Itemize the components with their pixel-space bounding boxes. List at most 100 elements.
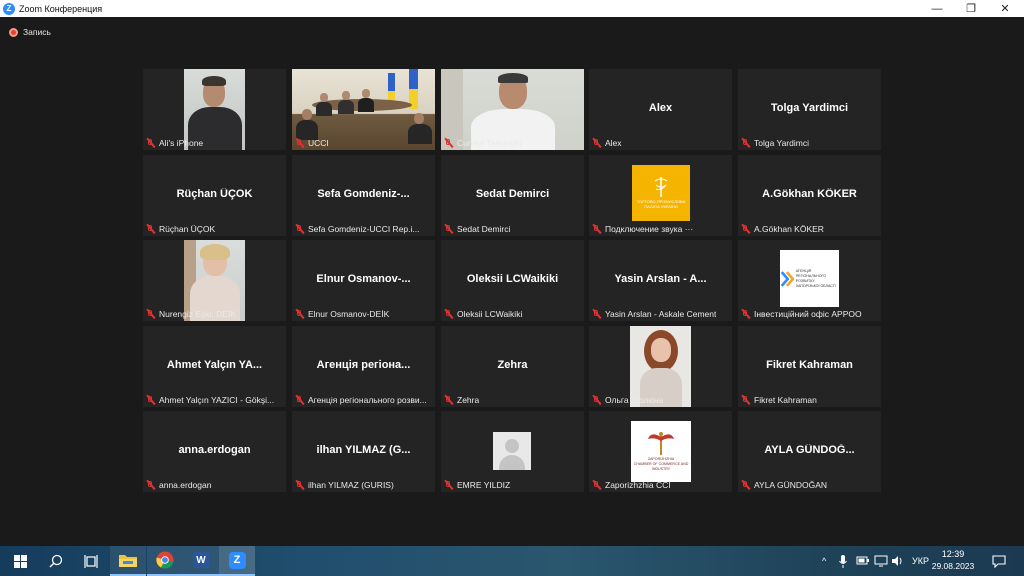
folder-icon [119,555,137,567]
restore-button[interactable]: ❐ [954,0,988,17]
participant-tile[interactable]: ZAPORIZHZHIA CHAMBER OF COMMERCE AND INDU… [589,411,732,492]
participant-display-name: anna.erdogan [178,444,251,456]
participant-tile[interactable]: Fikret Kahraman Fikret Kahraman [738,326,881,407]
participant-caption: Cuneyt Tascioglu [443,137,582,149]
participant-tile[interactable]: A.Gökhan KÖKER A.Gökhan KÖKER [738,155,881,236]
muted-mic-icon [443,223,454,235]
participant-name-label: Sefa Gomdeniz-UCCI Rep.i... [308,224,420,234]
minimize-button[interactable]: — [920,0,954,17]
participant-display-name: Rüçhan ÜÇOK [176,188,253,200]
participant-tile[interactable]: Ali's iPhone [143,69,286,150]
volume-icon[interactable] [891,546,905,576]
muted-mic-icon [294,479,305,491]
participant-caption: Zehra [443,394,582,406]
language-label: УКР [912,556,929,566]
participant-name-label: Cuneyt Tascioglu [457,138,522,148]
muted-mic-icon [740,223,751,235]
muted-mic-icon [591,394,602,406]
participant-display-name: Sefa Gomdeniz-... [317,188,410,200]
recording-dot-icon [9,27,18,37]
participant-caption: AYLA GÜNDOĞAN [740,479,879,491]
participant-tile[interactable]: ilhan YILMAZ (G... ilhan YILMAZ (GURIS) [292,411,435,492]
participant-tile[interactable]: Sedat Demirci Sedat Demirci [441,155,584,236]
participant-name-label: Yasin Arslan - Askale Cement [605,309,717,319]
participant-caption: A.Gökhan KÖKER [740,223,879,235]
participant-tile[interactable]: Alex Alex [589,69,732,150]
muted-mic-icon [740,479,751,491]
participant-tile[interactable]: Elnur Osmanov-... Elnur Osmanov-DEİK [292,240,435,321]
participant-tile[interactable]: Sefa Gomdeniz-... Sefa Gomdeniz-UCCI Rep.… [292,155,435,236]
language-indicator[interactable]: УКР [912,546,929,576]
task-view-button[interactable] [73,546,109,576]
network-icon[interactable] [874,546,888,576]
participant-name-label: Zehra [457,395,480,405]
notifications-button[interactable] [992,546,1006,576]
participant-tile[interactable]: AYLA GÜNDOĞ... AYLA GÜNDOĞAN [738,411,881,492]
muted-mic-icon [145,479,156,491]
participant-tile[interactable]: Zehra Zehra [441,326,584,407]
tray-overflow-button[interactable]: ^ [822,546,826,576]
participant-display-name: AYLA GÜNDOĞ... [764,444,855,456]
participant-tile[interactable]: Tolga Yardimci Tolga Yardimci [738,69,881,150]
participant-tile[interactable]: Агенція регіона... Агенція регіонального … [292,326,435,407]
participant-tile[interactable]: АГЕНЦІЯ РЕГІОНАЛЬНОГО РОЗВИТКУ ЗАПОРІЗЬКОЇ… [738,240,881,321]
participant-tile[interactable]: Ольга Щолкіна [589,326,732,407]
muted-mic-icon [443,137,454,149]
participant-name-label: Zaporizhzhia CCI [605,480,671,490]
participant-caption: Інвестиційний офіс APPOO [740,308,879,320]
agency-chevron-icon [780,270,794,287]
participant-caption: Sefa Gomdeniz-UCCI Rep.i... [294,223,433,235]
search-icon [49,554,63,568]
participant-display-name: ilhan YILMAZ (G... [316,444,411,456]
participant-caption: Ольга Щолкіна [591,394,730,406]
participant-tile[interactable]: Oleksii LCWaikiki Oleksii LCWaikiki [441,240,584,321]
windows-start-button[interactable] [2,546,38,576]
muted-mic-icon [591,223,602,235]
chrome-button[interactable] [147,546,183,576]
muted-mic-icon [294,137,305,149]
participant-tile[interactable]: Ahmet Yalçın YA... Ahmet Yalçın YAZICI - … [143,326,286,407]
search-button[interactable] [38,546,74,576]
muted-mic-icon [740,394,751,406]
recording-label: Запись [23,27,51,37]
participant-display-name: Zehra [497,359,528,371]
participant-name-label: Nurengiz Eşki, DEİK [159,309,236,319]
microphone-tray-icon[interactable] [839,546,847,576]
close-button[interactable]: ✕ [988,0,1022,17]
zoom-taskbar-button[interactable]: Z [219,546,255,576]
notification-icon [992,554,1006,568]
participant-display-name: Tolga Yardimci [770,102,849,114]
battery-icon[interactable] [856,546,870,576]
participant-tile[interactable]: Nurengiz Eşki, DEİK [143,240,286,321]
participant-display-name: Агенція регіона... [316,359,411,371]
participant-caption: Elnur Osmanov-DEİK [294,308,433,320]
participant-caption: Yasin Arslan - Askale Cement [591,308,730,320]
clock[interactable]: 12:39 29.08.2023 [930,549,976,571]
participant-tile[interactable]: Yasin Arslan - A... Yasin Arslan - Askale… [589,240,732,321]
participant-tile[interactable]: ТОРГОВО-ПРОМИСЛОВА ПАЛАТА УКРАЇНИ Подключе… [589,155,732,236]
participant-name-label: Ahmet Yalçın YAZICI - Gökşi... [159,395,275,405]
muted-mic-icon [443,394,454,406]
file-explorer-button[interactable] [110,546,146,576]
muted-mic-icon [294,394,305,406]
muted-mic-icon [145,137,156,149]
windows-logo-icon [13,554,27,568]
windows-taskbar: W Z ^ УКР 12:39 29.08.2023 [0,546,1024,576]
participant-name-label: Агенція регіонального розви... [308,395,427,405]
participant-tile[interactable]: UCCI [292,69,435,150]
participant-tile[interactable]: EMRE YILDIZ [441,411,584,492]
participant-caption: Zaporizhzhia CCI [591,479,730,491]
winged-caduceus-icon [648,432,674,455]
participant-tile[interactable]: Cuneyt Tascioglu [441,69,584,150]
window-title: Zoom Конференция [19,3,103,14]
chevron-up-icon: ^ [822,556,827,566]
recording-indicator[interactable]: Запись [9,27,51,37]
participant-name-label: Fikret Kahraman [754,395,817,405]
caduceus-icon [654,177,668,197]
participant-tile[interactable]: anna.erdogan anna.erdogan [143,411,286,492]
word-button[interactable]: W [183,546,219,576]
participant-tile[interactable]: Rüçhan ÜÇOK Rüçhan ÜÇOK [143,155,286,236]
participant-name-label: AYLA GÜNDOĞAN [754,480,828,490]
participant-caption: Nurengiz Eşki, DEİK [145,308,284,320]
muted-mic-icon [145,394,156,406]
